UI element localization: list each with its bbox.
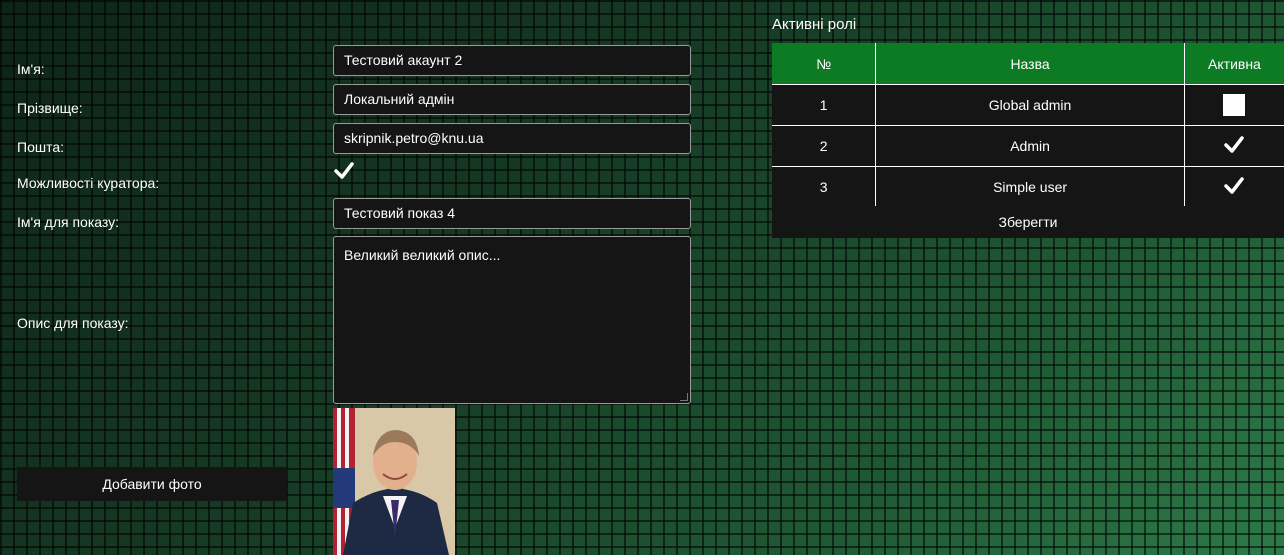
check-icon — [1224, 135, 1245, 153]
surname-input[interactable]: Локальний адмін — [333, 84, 691, 115]
role-active-cell — [1183, 125, 1284, 167]
role-active-checkbox[interactable] — [1223, 175, 1245, 200]
display-name-label: Ім'я для показу: — [17, 214, 120, 230]
curator-label: Можливості куратора: — [17, 175, 160, 191]
email-label: Пошта: — [17, 139, 65, 155]
role-number: 1 — [772, 84, 877, 126]
display-name-input[interactable]: Тестовий показ 4 — [333, 198, 691, 229]
role-number: 2 — [772, 125, 877, 167]
profile-photo — [333, 408, 455, 555]
description-textarea[interactable]: Великий великий опис... — [333, 236, 691, 404]
column-header-number: № — [772, 43, 877, 85]
check-icon — [1224, 176, 1245, 194]
resize-handle-icon[interactable] — [680, 393, 688, 401]
name-label: Ім'я: — [17, 61, 45, 77]
save-button[interactable]: Зберегти — [772, 206, 1284, 238]
description-text: Великий великий опис... — [344, 247, 501, 263]
role-active-checkbox[interactable] — [1223, 94, 1246, 116]
role-active-cell — [1183, 84, 1284, 126]
check-icon — [334, 162, 354, 179]
role-active-checkbox[interactable] — [1223, 134, 1245, 159]
curator-checkbox[interactable] — [333, 160, 355, 182]
roles-table: № Назва Активна 1 Global admin 2 Admin 3… — [772, 43, 1284, 208]
email-input[interactable]: skripnik.petro@knu.ua — [333, 123, 691, 154]
role-name: Simple user — [875, 166, 1185, 208]
name-input[interactable]: Тестовий акаунт 2 — [333, 45, 691, 76]
column-header-name: Назва — [875, 43, 1185, 85]
role-name: Admin — [875, 125, 1185, 167]
description-label: Опис для показу: — [17, 315, 129, 331]
roles-title: Активні ролі — [772, 16, 857, 33]
table-row: 3 Simple user — [772, 166, 1284, 208]
role-name: Global admin — [875, 84, 1185, 126]
add-photo-button[interactable]: Добавити фото — [17, 467, 287, 501]
table-row: 2 Admin — [772, 125, 1284, 167]
surname-label: Прізвище: — [17, 100, 83, 116]
role-number: 3 — [772, 166, 877, 208]
role-active-cell — [1183, 166, 1284, 208]
roles-header-row: № Назва Активна — [772, 43, 1284, 85]
table-row: 1 Global admin — [772, 84, 1284, 126]
column-header-active: Активна — [1183, 43, 1284, 85]
